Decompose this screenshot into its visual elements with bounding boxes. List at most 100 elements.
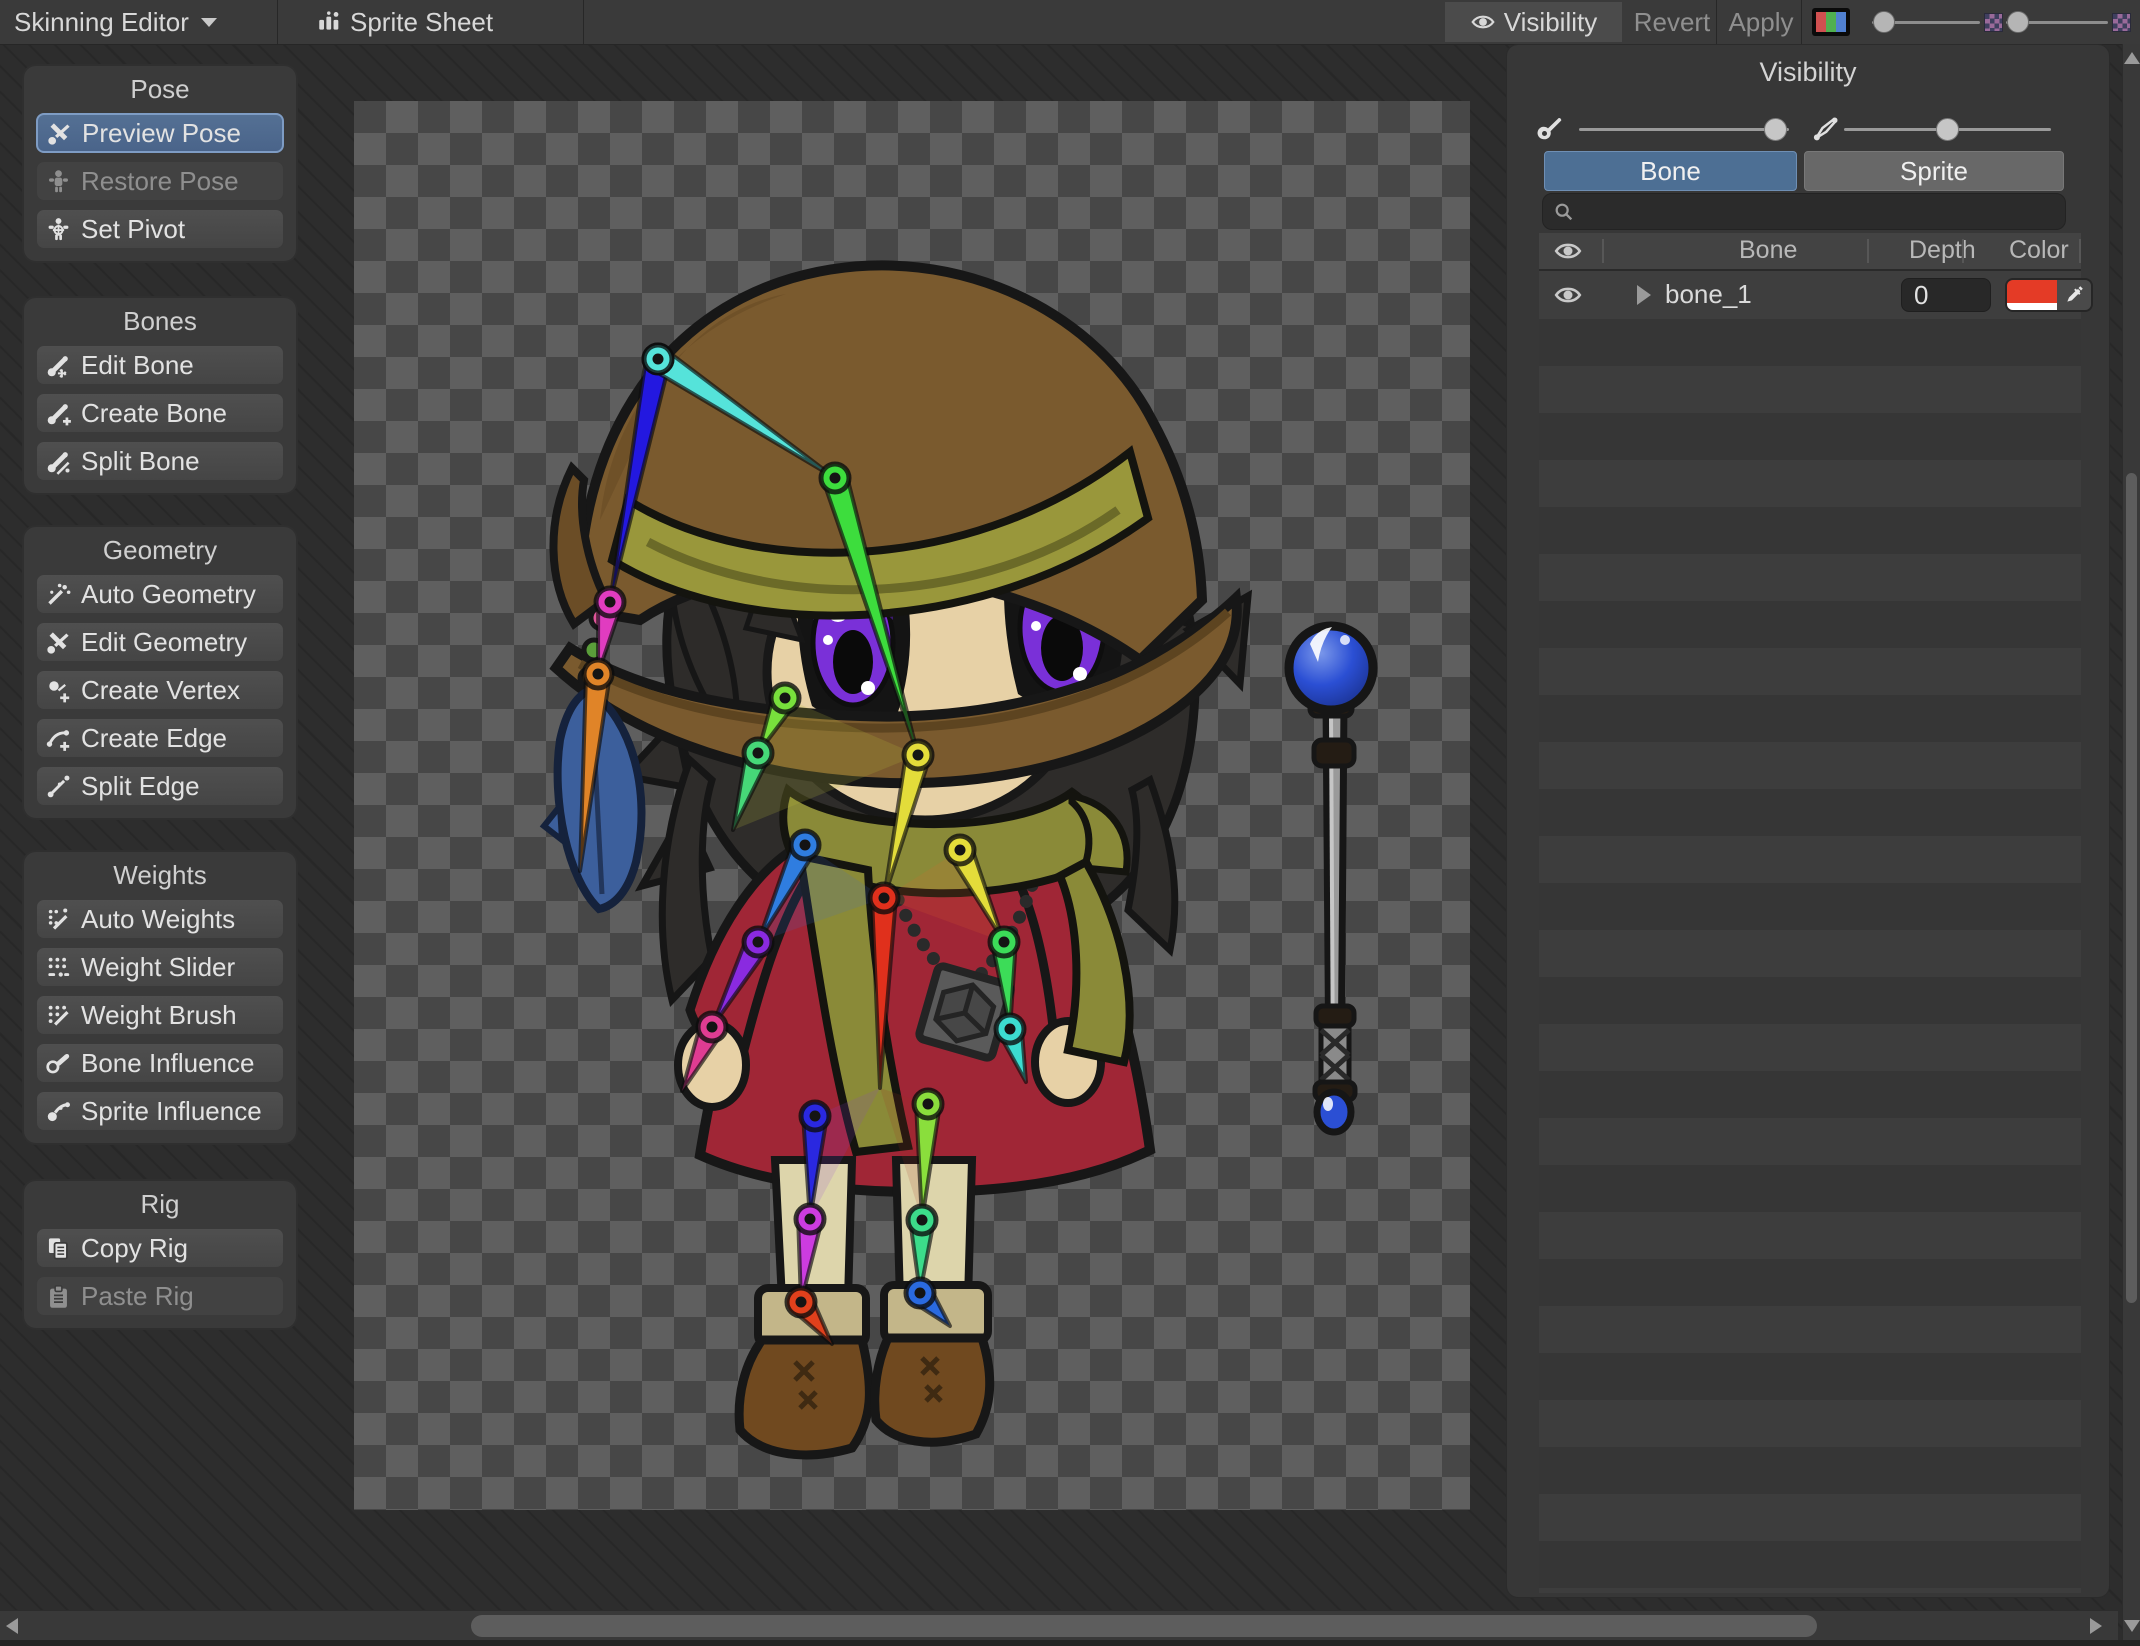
scroll-down-arrow-icon[interactable]	[2124, 1620, 2140, 1632]
sprite-sheet-button[interactable]: Sprite Sheet	[316, 0, 493, 44]
eyedropper-icon	[2064, 285, 2084, 305]
column-separator	[1962, 239, 1964, 263]
panel-bone-opacity-knob[interactable]	[1764, 118, 1787, 141]
tab-bone-label: Bone	[1640, 155, 1701, 186]
tab-bone[interactable]: Bone	[1544, 151, 1797, 191]
bone-joint-center	[779, 692, 791, 704]
geometry-group: Geometry Auto Geometry Edit Geometry Cre…	[22, 525, 298, 820]
staff-sprite	[1284, 621, 1378, 1136]
top-toolbar: Skinning Editor Sprite Sheet Visibility …	[0, 0, 2140, 45]
bone-joint-center	[954, 844, 966, 856]
bone-color-palette-button[interactable]	[1812, 8, 1850, 36]
bone-color-swatch[interactable]	[2007, 280, 2057, 310]
bone-joint-center	[1004, 1023, 1016, 1035]
button-label: Restore Pose	[81, 165, 239, 196]
paste-rig-button[interactable]: Paste Rig	[36, 1276, 284, 1316]
bone-color-widget[interactable]	[2005, 278, 2093, 312]
bone-joint-center	[829, 472, 841, 484]
auto-weights-icon	[45, 906, 72, 933]
create-edge-icon	[45, 725, 72, 752]
create-vertex-button[interactable]: Create Vertex	[36, 670, 284, 710]
horizontal-scrollbar-thumb[interactable]	[471, 1615, 1817, 1637]
row-visibility-eye-icon[interactable]	[1553, 280, 1583, 310]
sprite-opacity-slider-knob[interactable]	[2007, 11, 2029, 33]
weight-brush-button[interactable]: Weight Brush	[36, 995, 284, 1035]
bones-group: Bones Edit Bone Create Bone Split Bone	[22, 296, 298, 495]
bone-table-row[interactable]: bone_1 0	[1539, 271, 2093, 319]
apply-button[interactable]: Apply	[1724, 0, 1798, 44]
sprite-sheet-icon	[316, 9, 342, 35]
bone-joint-center	[916, 1214, 928, 1226]
preview-pose-icon	[46, 120, 73, 147]
weights-group: Weights Auto Weights Weight Slider Weigh…	[22, 850, 298, 1145]
edit-geometry-icon	[45, 629, 72, 656]
alpha-bar	[2007, 303, 2057, 310]
eye-icon	[1470, 9, 1496, 35]
create-bone-button[interactable]: Create Bone	[36, 393, 284, 433]
sprite-influence-icon	[45, 1098, 72, 1125]
eyedropper-button[interactable]	[2057, 280, 2091, 310]
sprite-influence-button[interactable]: Sprite Influence	[36, 1091, 284, 1131]
revert-button[interactable]: Revert	[1630, 0, 1714, 44]
edit-bone-button[interactable]: Edit Bone	[36, 345, 284, 385]
restore-pose-icon	[45, 168, 72, 195]
chevron-down-icon	[200, 17, 217, 27]
button-label: Weight Brush	[81, 999, 237, 1030]
bone-joint-center	[752, 936, 764, 948]
button-label: Edit Geometry	[81, 626, 248, 657]
button-label: Split Bone	[81, 445, 200, 476]
weight-slider-button[interactable]: Weight Slider	[36, 947, 284, 987]
preview-pose-button[interactable]: Preview Pose	[36, 113, 284, 153]
scroll-right-arrow-icon[interactable]	[2090, 1618, 2102, 1634]
bone-joint-center	[706, 1021, 718, 1033]
geometry-group-title: Geometry	[102, 535, 218, 565]
split-edge-button[interactable]: Split Edge	[36, 766, 284, 806]
edit-bone-icon	[45, 352, 72, 379]
bone-joint-center	[592, 668, 604, 680]
weight-brush-icon	[45, 1002, 72, 1029]
search-input[interactable]	[1575, 196, 2040, 227]
button-label: Preview Pose	[82, 117, 241, 148]
skinning-editor-dropdown[interactable]: Skinning Editor	[14, 0, 217, 44]
auto-geometry-button[interactable]: Auto Geometry	[36, 574, 284, 614]
edit-geometry-button[interactable]: Edit Geometry	[36, 622, 284, 662]
panel-bone-opacity-track[interactable]	[1579, 128, 1789, 131]
vertical-scrollbar-thumb[interactable]	[2126, 473, 2137, 1303]
tab-sprite[interactable]: Sprite	[1804, 151, 2064, 191]
bone-opacity-slider-knob[interactable]	[1873, 11, 1895, 33]
tab-sprite-label: Sprite	[1900, 155, 1968, 186]
red-stripe	[1816, 12, 1826, 32]
restore-pose-button[interactable]: Restore Pose	[36, 161, 284, 201]
pose-group: Pose Preview Pose Restore Pose Set Pivot	[22, 64, 298, 263]
copy-rig-button[interactable]: Copy Rig	[36, 1228, 284, 1268]
visibility-label: Visibility	[1503, 6, 1598, 37]
bones-group-title: Bones	[123, 306, 197, 336]
scroll-left-arrow-icon[interactable]	[6, 1618, 18, 1634]
auto-weights-button[interactable]: Auto Weights	[36, 899, 284, 939]
button-label: Weight Slider	[81, 951, 236, 982]
search-icon	[1553, 201, 1575, 223]
bone-search-box[interactable]	[1542, 193, 2066, 230]
visibility-toggle-button[interactable]: Visibility	[1445, 2, 1622, 42]
bone-joint-center	[809, 1110, 821, 1122]
bone-joint-center	[804, 1213, 816, 1225]
column-color: Color	[2009, 236, 2069, 264]
split-bone-button[interactable]: Split Bone	[36, 441, 284, 481]
panel-mesh-opacity-knob[interactable]	[1936, 118, 1959, 141]
bone-opacity-icon	[1535, 113, 1565, 143]
scroll-up-arrow-icon[interactable]	[2124, 52, 2140, 64]
bone-depth-field[interactable]: 0	[1901, 278, 1991, 312]
horizontal-scrollbar[interactable]	[0, 1610, 2118, 1641]
skinning-editor-label: Skinning Editor	[14, 6, 189, 37]
column-bone: Bone	[1739, 236, 1798, 264]
create-bone-icon	[45, 400, 72, 427]
mesh-opacity-icon	[1810, 113, 1840, 143]
vertical-scrollbar[interactable]	[2122, 44, 2140, 1646]
bone-name: bone_1	[1665, 279, 1752, 309]
expand-triangle-icon[interactable]	[1637, 285, 1651, 305]
create-edge-button[interactable]: Create Edge	[36, 718, 284, 758]
bone-list-empty-rows	[1539, 319, 2081, 1593]
set-pivot-button[interactable]: Set Pivot	[36, 209, 284, 249]
sprite-canvas[interactable]	[354, 101, 1470, 1510]
bone-influence-button[interactable]: Bone Influence	[36, 1043, 284, 1083]
